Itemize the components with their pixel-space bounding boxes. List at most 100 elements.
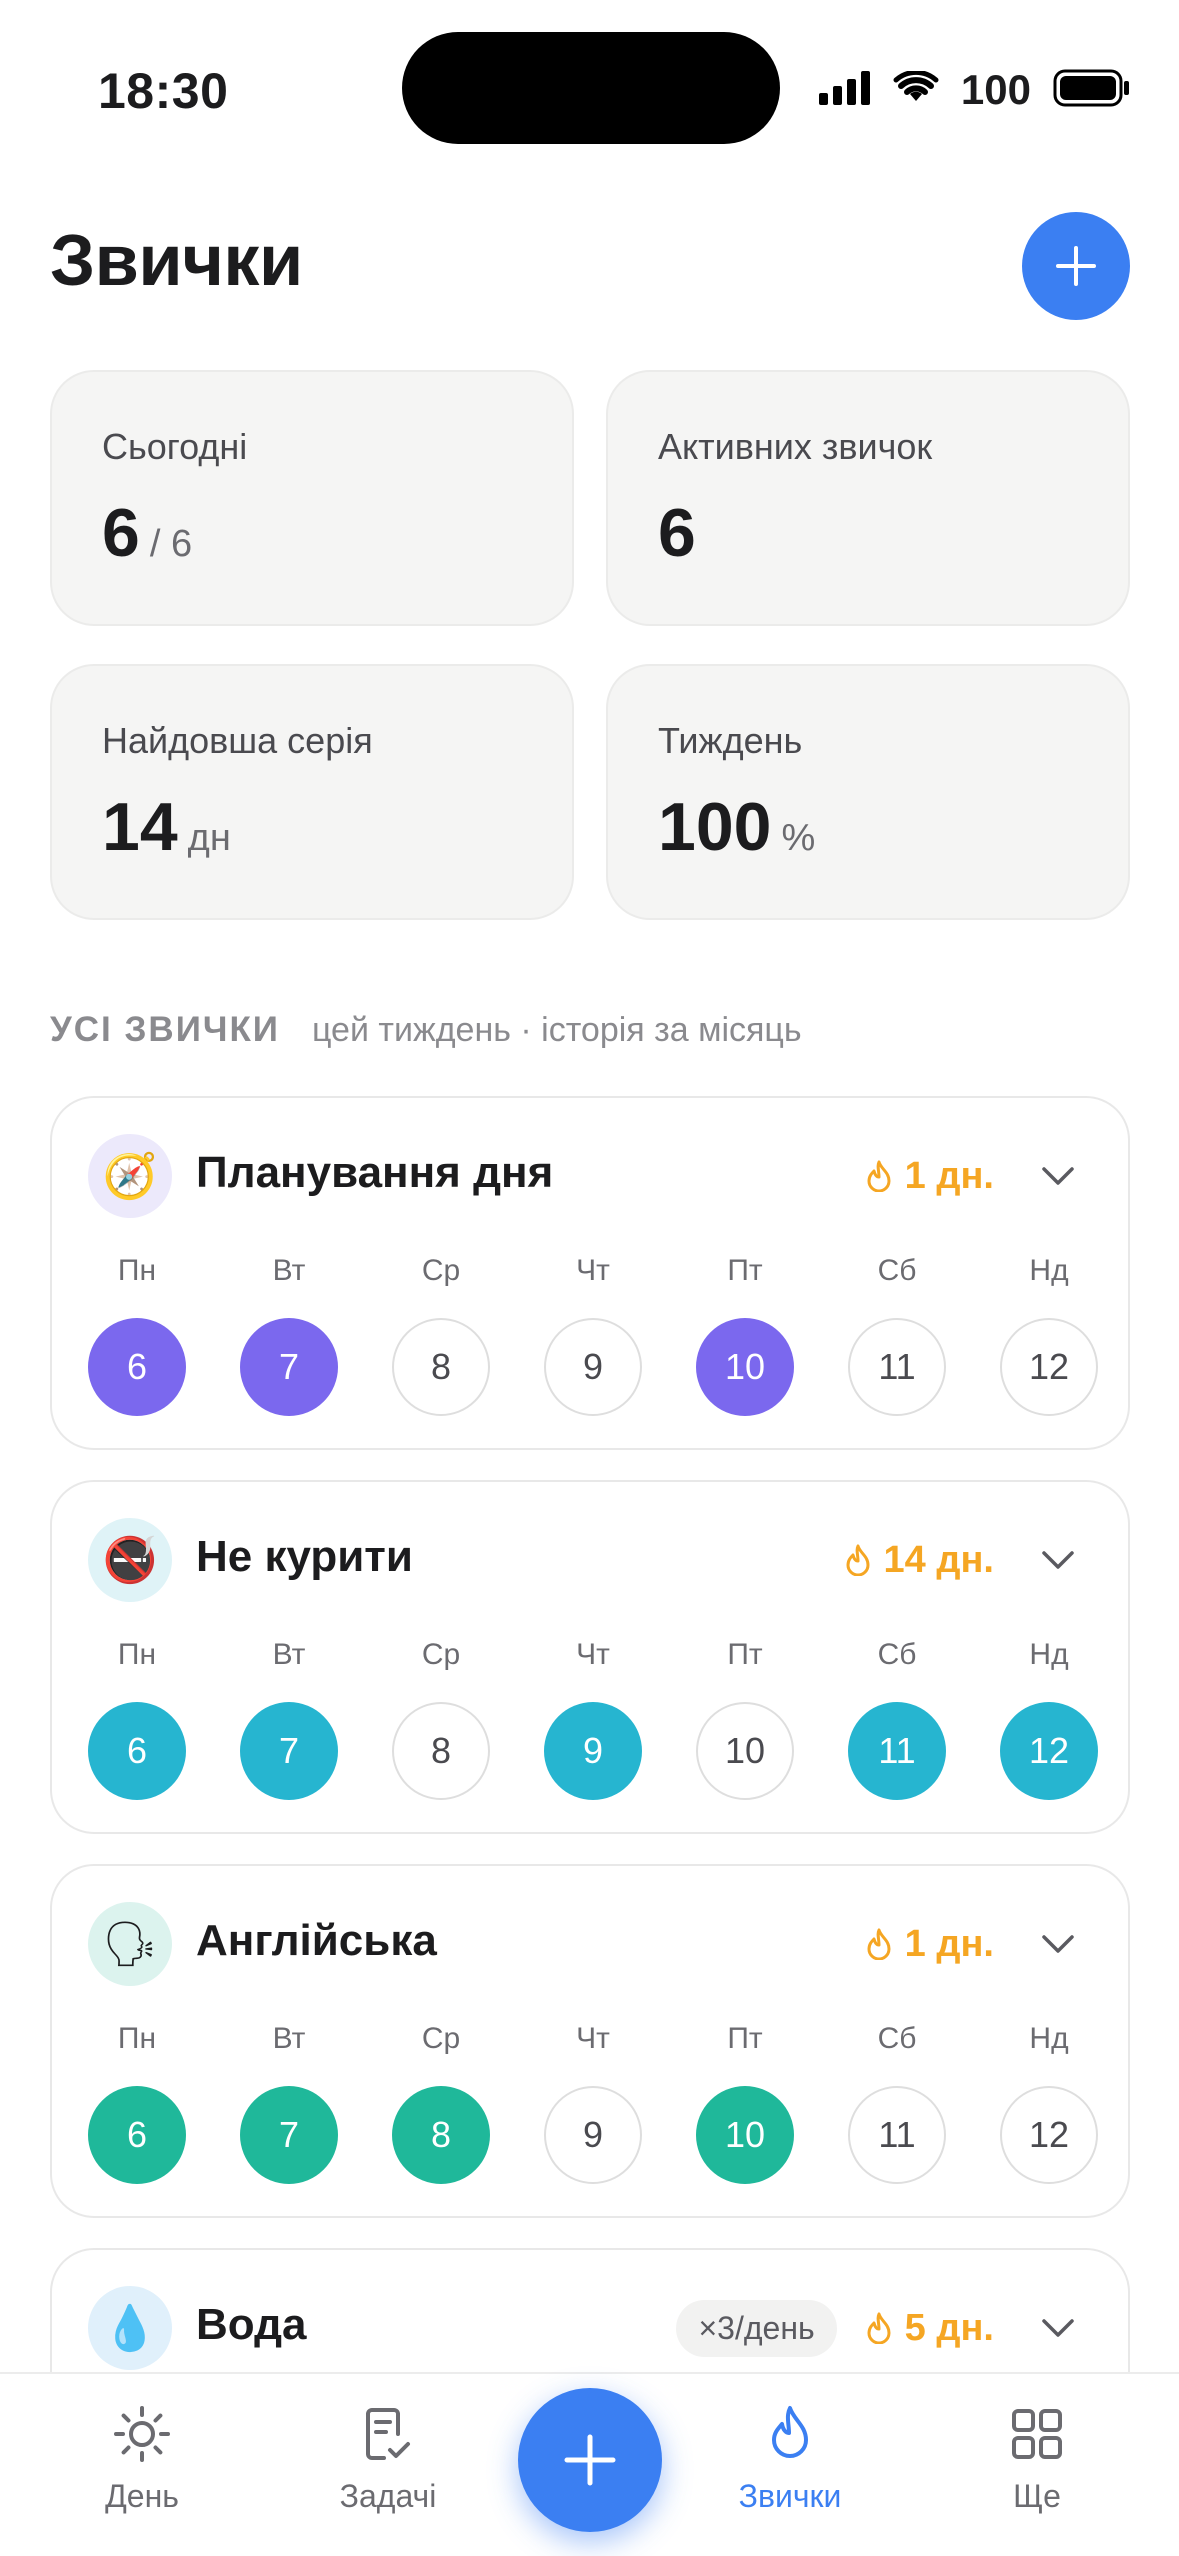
tab-habits[interactable]: Звички [690, 2404, 890, 2515]
status-time: 18:30 [98, 63, 229, 119]
stat-unit: % [781, 817, 816, 859]
weekday-label: Пн [117, 2022, 157, 2055]
day-column: Сб 11 [848, 2022, 946, 2184]
day-check[interactable]: 11 [848, 2086, 946, 2184]
habit-name: Не курити [196, 1532, 413, 1581]
chevron-down-icon[interactable] [1038, 1156, 1078, 1196]
day-column: Сб 11 [848, 1254, 946, 1416]
chevron-down-icon[interactable] [1038, 2308, 1078, 2348]
streak-text: 14 дн. [883, 1538, 994, 1581]
section-header: УСІ ЗВИЧКИ цей тиждень · історія за міся… [50, 1010, 802, 1050]
weekday-label: Ср [421, 1254, 461, 1287]
stat-value: 14 дн [102, 788, 231, 866]
weekday-label: Вт [272, 2022, 306, 2055]
day-column: Пн 6 [88, 2022, 186, 2184]
habit-name: Планування дня [196, 1148, 554, 1197]
day-check-done[interactable]: 7 [240, 1318, 338, 1416]
day-check-done[interactable]: 10 [696, 1318, 794, 1416]
day-check-done[interactable]: 6 [88, 1318, 186, 1416]
section-subtitle: цей тиждень · історія за місяць [311, 1011, 802, 1049]
weekday-label: Чт [576, 1638, 610, 1671]
streak-text: 1 дн. [904, 1922, 994, 1965]
day-check[interactable]: 12 [1000, 2086, 1098, 2184]
tab-label: Ще [1013, 2478, 1061, 2514]
weekday-label: Сб [877, 2022, 917, 2055]
day-check-done[interactable]: 11 [848, 1702, 946, 1800]
stat-card-today: Сьогодні 6 / 6 [50, 370, 574, 626]
frequency-badge: ×3/день [676, 2299, 837, 2357]
day-column: Пн 6 [88, 1638, 186, 1800]
status-icons: 100 [818, 66, 1131, 114]
day-column: Вт 7 [240, 2022, 338, 2184]
stat-label: Сьогодні [102, 426, 248, 467]
day-check[interactable]: 12 [1000, 1318, 1098, 1416]
day-column: Нд 12 [1000, 1638, 1098, 1800]
day-column: Сб 11 [848, 1638, 946, 1800]
day-check-done[interactable]: 7 [240, 2086, 338, 2184]
flame-icon [867, 1160, 891, 1192]
weekday-label: Пн [117, 1638, 157, 1671]
day-check[interactable]: 8 [392, 1318, 490, 1416]
tab-more[interactable]: Ще [937, 2404, 1137, 2515]
day-check[interactable]: 11 [848, 1318, 946, 1416]
stat-label: Найдовша серія [102, 720, 373, 761]
tab-label: Звички [738, 2478, 842, 2514]
day-check-done[interactable]: 7 [240, 1702, 338, 1800]
section-title: УСІ ЗВИЧКИ [50, 1010, 280, 1049]
weekday-label: Чт [576, 2022, 610, 2055]
flame-icon [772, 2406, 808, 2458]
weekday-label: Пт [727, 1254, 763, 1287]
day-column: Чт 9 [544, 1254, 642, 1416]
weekday-label: Нд [1029, 2022, 1069, 2055]
chevron-down-icon[interactable] [1038, 1540, 1078, 1580]
habit-name: Англійська [196, 1916, 437, 1965]
flame-icon [867, 1928, 891, 1960]
day-check[interactable]: 10 [696, 1702, 794, 1800]
weekday-label: Вт [272, 1254, 306, 1287]
stat-number: 14 [102, 789, 178, 865]
add-habit-button[interactable] [1022, 212, 1130, 320]
day-check[interactable]: 9 [544, 2086, 642, 2184]
stat-unit: дн [187, 817, 231, 859]
day-check-done[interactable]: 8 [392, 2086, 490, 2184]
day-check-done[interactable]: 9 [544, 1702, 642, 1800]
weekday-label: Чт [576, 1254, 610, 1287]
habit-meta: 14 дн. [844, 1528, 1078, 1592]
tab-tasks[interactable]: Задачі [288, 2404, 488, 2515]
habit-card[interactable]: 🧭 Планування дня 1 дн. Пн 6 Вт 7 Ср 8 Чт 9 Пт 10 Сб 11… [50, 1096, 1130, 1450]
day-column: Пт 10 [696, 1638, 794, 1800]
habit-card[interactable]: 🗣 Англійська 1 дн. Пн 6 Вт 7 Ср 8 Чт 9 Пт 10 Сб 11 Нд 12 [50, 1864, 1130, 2218]
day-column: Вт 7 [240, 1638, 338, 1800]
page-title: Звички [50, 221, 303, 301]
chevron-down-icon[interactable] [1038, 1924, 1078, 1964]
day-column: Ср 8 [392, 2022, 490, 2184]
day-column: Нд 12 [1000, 1254, 1098, 1416]
week-row: Пн 6 Вт 7 Ср 8 Чт 9 Пт 10 Сб 11 Нд 12 [88, 2022, 1098, 2184]
week-row: Пн 6 Вт 7 Ср 8 Чт 9 Пт 10 Сб 11 Нд 12 [88, 1638, 1098, 1800]
tab-day[interactable]: День [42, 2404, 242, 2515]
stat-value: 6 / 6 [102, 494, 192, 572]
quick-add-button[interactable] [518, 2388, 662, 2532]
grid-icon [1012, 2409, 1062, 2459]
stat-card-active: Активних звичок 6 [606, 370, 1130, 626]
tasks-icon [366, 2408, 410, 2460]
weekday-label: Ср [421, 1638, 461, 1671]
weekday-label: Пт [727, 1638, 763, 1671]
speaking-head-icon: 🗣 [88, 1902, 172, 1986]
day-check-done[interactable]: 12 [1000, 1702, 1098, 1800]
dynamic-island [402, 32, 780, 144]
day-check[interactable]: 9 [544, 1318, 642, 1416]
habit-meta: ×3/день 5 дн. [676, 2296, 1078, 2360]
day-check[interactable]: 8 [392, 1702, 490, 1800]
status-bar: 18:30 100 [0, 0, 1179, 180]
day-check-done[interactable]: 10 [696, 2086, 794, 2184]
stat-number: 6 [102, 495, 140, 571]
weekday-label: Нд [1029, 1254, 1069, 1287]
day-check-done[interactable]: 6 [88, 1702, 186, 1800]
no-smoking-icon: 🚭 [88, 1518, 172, 1602]
day-column: Чт 9 [544, 1638, 642, 1800]
day-check-done[interactable]: 6 [88, 2086, 186, 2184]
stat-number: 6 [658, 495, 696, 571]
stat-label: Активних звичок [658, 426, 933, 467]
habit-card[interactable]: 🚭 Не курити 14 дн. Пн 6 Вт 7 Ср 8 Чт 9 Пт 10 Сб 11 Нд 12 [50, 1480, 1130, 1834]
